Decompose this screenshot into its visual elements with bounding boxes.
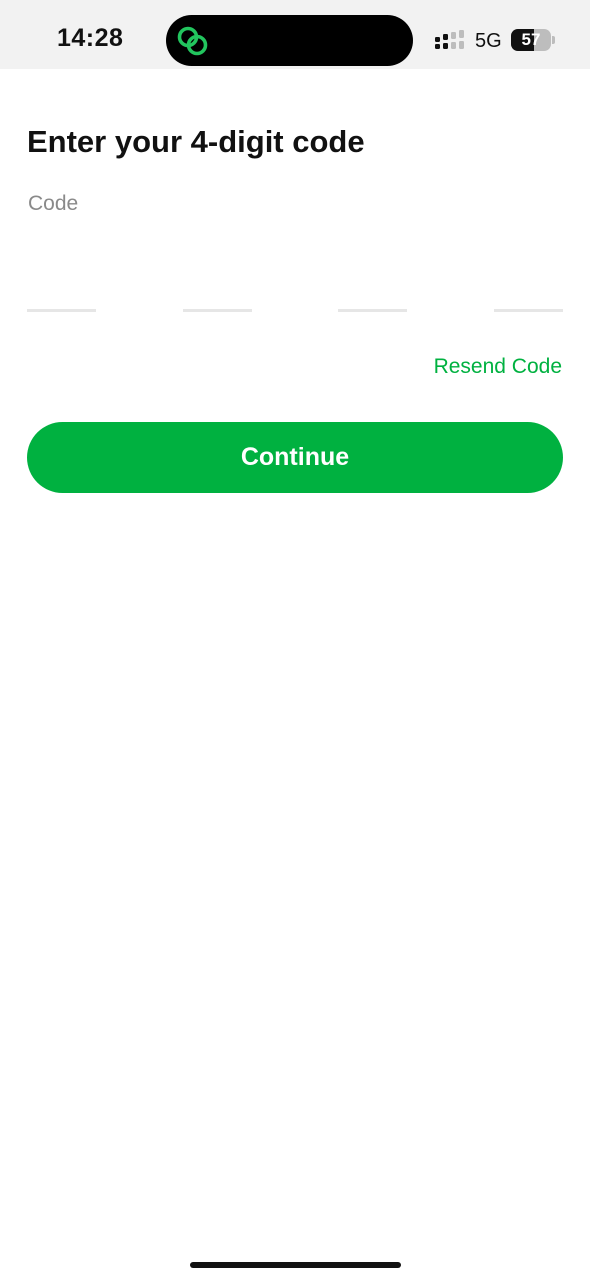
home-indicator[interactable] [190,1262,401,1268]
code-digit-3-input[interactable] [338,250,407,312]
code-digit-2-input[interactable] [183,250,252,312]
resend-code-link[interactable]: Resend Code [434,355,562,379]
code-label: Code [28,192,79,215]
battery-level: 57 [521,30,541,49]
status-bar: 14:28 5G 57 [0,0,590,69]
battery-body: 57 [511,29,551,51]
link-icon [177,26,208,56]
network-label: 5G [475,30,502,52]
dynamic-island [166,15,413,66]
page-title: Enter your 4-digit code [27,124,365,159]
battery-nub [552,36,555,44]
status-time: 14:28 [57,24,124,52]
signal-icon [435,30,464,49]
code-digit-4-input[interactable] [494,250,563,312]
continue-button[interactable]: Continue [27,422,563,493]
battery-icon: 57 [511,29,555,51]
code-digit-1-input[interactable] [27,250,96,312]
